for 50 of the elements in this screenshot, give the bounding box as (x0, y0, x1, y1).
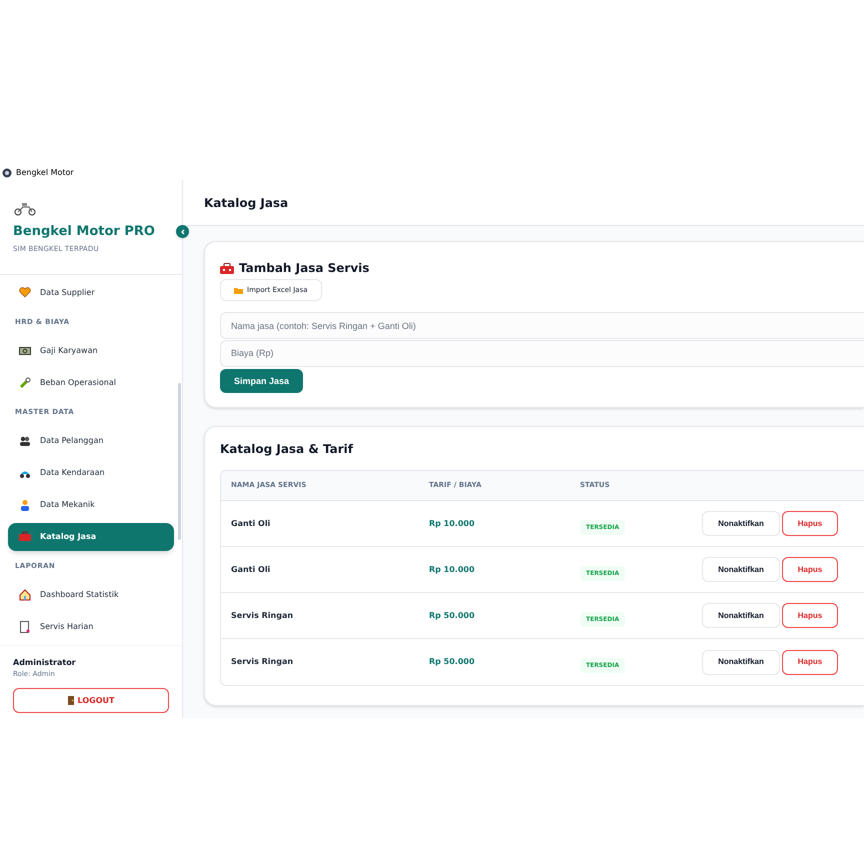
sidebar-item[interactable]: Dashboard Statistik (8, 581, 174, 609)
toolbox-icon (19, 531, 31, 543)
heart-icon (19, 287, 31, 299)
user-name: Administrator (13, 659, 77, 667)
sidebar-item[interactable]: Servis Harian (8, 613, 174, 641)
service-name-input[interactable]: Nama jasa (contoh: Servis Ringan + Ganti Oli) (220, 312, 864, 339)
person-icon (19, 499, 31, 511)
deactivate-button[interactable]: Nonaktifkan (702, 557, 780, 582)
sidebar-item[interactable]: Gaji Karyawan (8, 337, 174, 365)
document-icon (19, 621, 31, 633)
service-name-cell-text: Ganti Oli (230, 518, 272, 530)
cost-input[interactable]: Biaya (Rp) (220, 340, 864, 366)
sidebar-item[interactable]: Data Kendaraan (8, 459, 174, 487)
sidebar-item[interactable]: Data Supplier (8, 279, 174, 307)
chevron-left-icon (180, 228, 186, 234)
banknote-icon (19, 345, 31, 357)
house-icon (19, 589, 31, 601)
service-name-cell-text: Ganti Oli (230, 564, 272, 576)
delete-button[interactable]: Hapus (782, 603, 838, 628)
save-button[interactable]: Simpan Jasa (220, 369, 304, 394)
delete-button[interactable]: Hapus (782, 650, 838, 674)
motorcycle-logo-icon (13, 202, 37, 216)
deactivate-button[interactable]: Nonaktifkan (702, 511, 780, 536)
logout-button[interactable]: LOGOUT (13, 688, 169, 713)
table-title: Katalog Jasa & Tarif (220, 443, 354, 455)
price-cell-text: Rp 50.000 (428, 656, 476, 668)
deactivate-button[interactable]: Nonaktifkan (702, 603, 780, 628)
brand-name: Bengkel Motor PRO (13, 225, 156, 238)
app-icon (2, 168, 12, 178)
deactivate-button[interactable]: Nonaktifkan (702, 650, 780, 674)
wrench-icon (19, 377, 31, 389)
people-icon (19, 435, 31, 447)
form-title: Tambah Jasa Servis (239, 260, 370, 277)
collapse-toggle-button[interactable] (176, 225, 189, 238)
delete-button[interactable]: Hapus (782, 557, 838, 582)
window-title: Bengkel Motor (16, 166, 74, 178)
service-name-cell-text: Servis Ringan (230, 610, 294, 622)
price-cell-text: Rp 50.000 (428, 610, 476, 622)
door-icon (68, 696, 74, 705)
price-cell-text: Rp 10.000 (428, 564, 476, 576)
price-cell-text: Rp 10.000 (428, 518, 476, 530)
service-name-cell-text: Servis Ringan (230, 656, 294, 668)
folder-icon (234, 286, 243, 294)
sidebar-item[interactable]: Katalog Jasa (8, 523, 174, 551)
toolbox-icon (220, 262, 234, 274)
sidebar-item[interactable]: Data Pelanggan (8, 427, 174, 455)
sidebar-item[interactable]: Beban Operasional (8, 369, 174, 397)
sidebar-item[interactable]: Data Mekanik (8, 491, 174, 519)
page-title: Katalog Jasa (204, 194, 288, 212)
delete-button[interactable]: Hapus (782, 511, 838, 536)
